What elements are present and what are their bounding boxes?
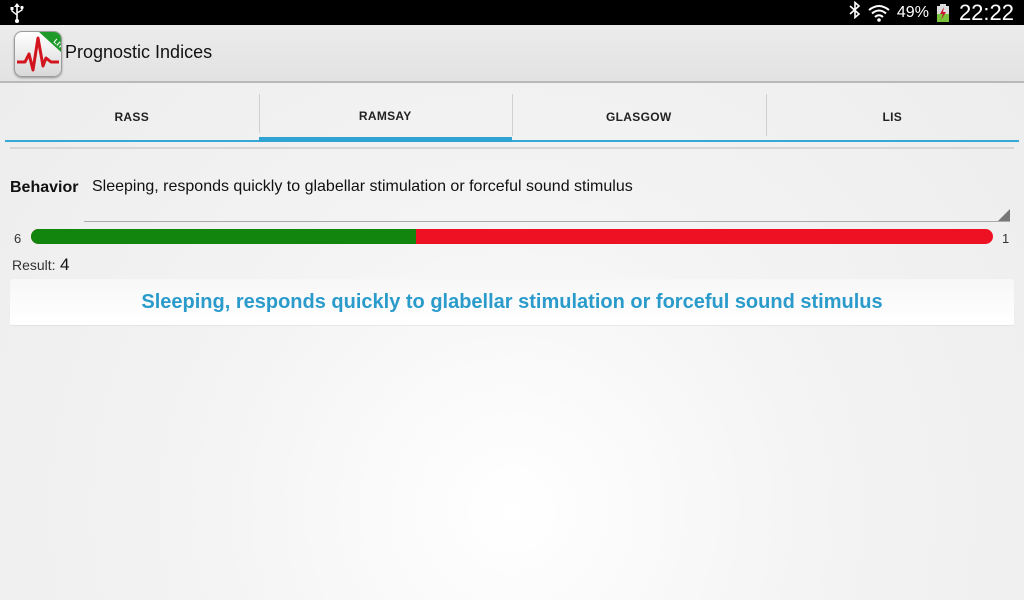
battery-percent: 49%: [896, 3, 929, 21]
tab-ramsay[interactable]: RAMSAY: [258, 94, 512, 142]
wifi-icon: [868, 4, 890, 22]
bluetooth-icon: [849, 0, 861, 24]
tab-label: GLASGOW: [606, 110, 672, 124]
clock: 22:22: [958, 0, 1014, 25]
app-title: Prognostic Indices: [65, 42, 213, 62]
tab-bar: RASS RAMSAY GLASGOW LIS: [5, 94, 1019, 142]
spinner-dropdown-icon: [998, 209, 1010, 221]
behavior-label: Behavior: [10, 179, 79, 196]
tab-label: LIS: [882, 110, 903, 124]
result-value: 4: [60, 255, 70, 274]
action-bar: LITE Prognostic Indices: [0, 25, 1024, 83]
scale-min-label: 6: [14, 231, 22, 246]
result-label: Result:: [12, 257, 56, 273]
tab-label: RASS: [114, 110, 150, 124]
scale-max-label: 1: [1002, 231, 1010, 246]
tab-rass[interactable]: RASS: [5, 94, 259, 142]
tab-lis[interactable]: LIS: [765, 94, 1019, 142]
behavior-selected-value: Sleeping, responds quickly to glabellar …: [92, 178, 633, 195]
status-bar: 49% 22:22: [0, 0, 1024, 25]
battery-charging-icon: [936, 3, 950, 22]
score-slider-fill: [31, 229, 416, 244]
svg-text:LITE: LITE: [52, 38, 61, 53]
behavior-spinner[interactable]: Sleeping, responds quickly to glabellar …: [84, 174, 1010, 222]
score-slider[interactable]: [31, 229, 993, 244]
result-description: Sleeping, responds quickly to glabellar …: [10, 279, 1014, 325]
tab-label: RAMSAY: [358, 108, 412, 123]
tab-divider: [10, 147, 1014, 149]
tab-glasgow[interactable]: GLASGOW: [512, 94, 766, 142]
heartbeat-monitor-lite-icon[interactable]: LITE: [14, 31, 62, 77]
